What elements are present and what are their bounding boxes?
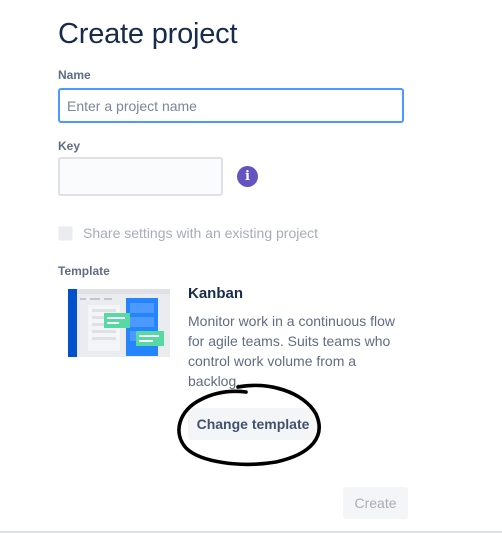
project-name-input[interactable] [58,88,404,123]
key-label: Key [58,139,81,153]
template-description: Monitor work in a continuous flow for ag… [188,313,395,389]
change-template-button[interactable]: Change template [188,408,318,440]
create-button[interactable]: Create [343,487,408,519]
template-name: Kanban [188,285,244,302]
project-key-input[interactable] [58,157,223,196]
share-settings-label: Share settings with an existing project [83,225,319,241]
share-settings-checkbox[interactable] [58,225,73,241]
template-label: Template [58,264,110,278]
info-icon[interactable]: i [237,166,258,187]
kanban-template-thumbnail [68,289,170,357]
page-title: Create project [58,18,238,50]
share-settings-row[interactable]: Share settings with an existing project [58,225,318,241]
name-label: Name [58,68,91,82]
